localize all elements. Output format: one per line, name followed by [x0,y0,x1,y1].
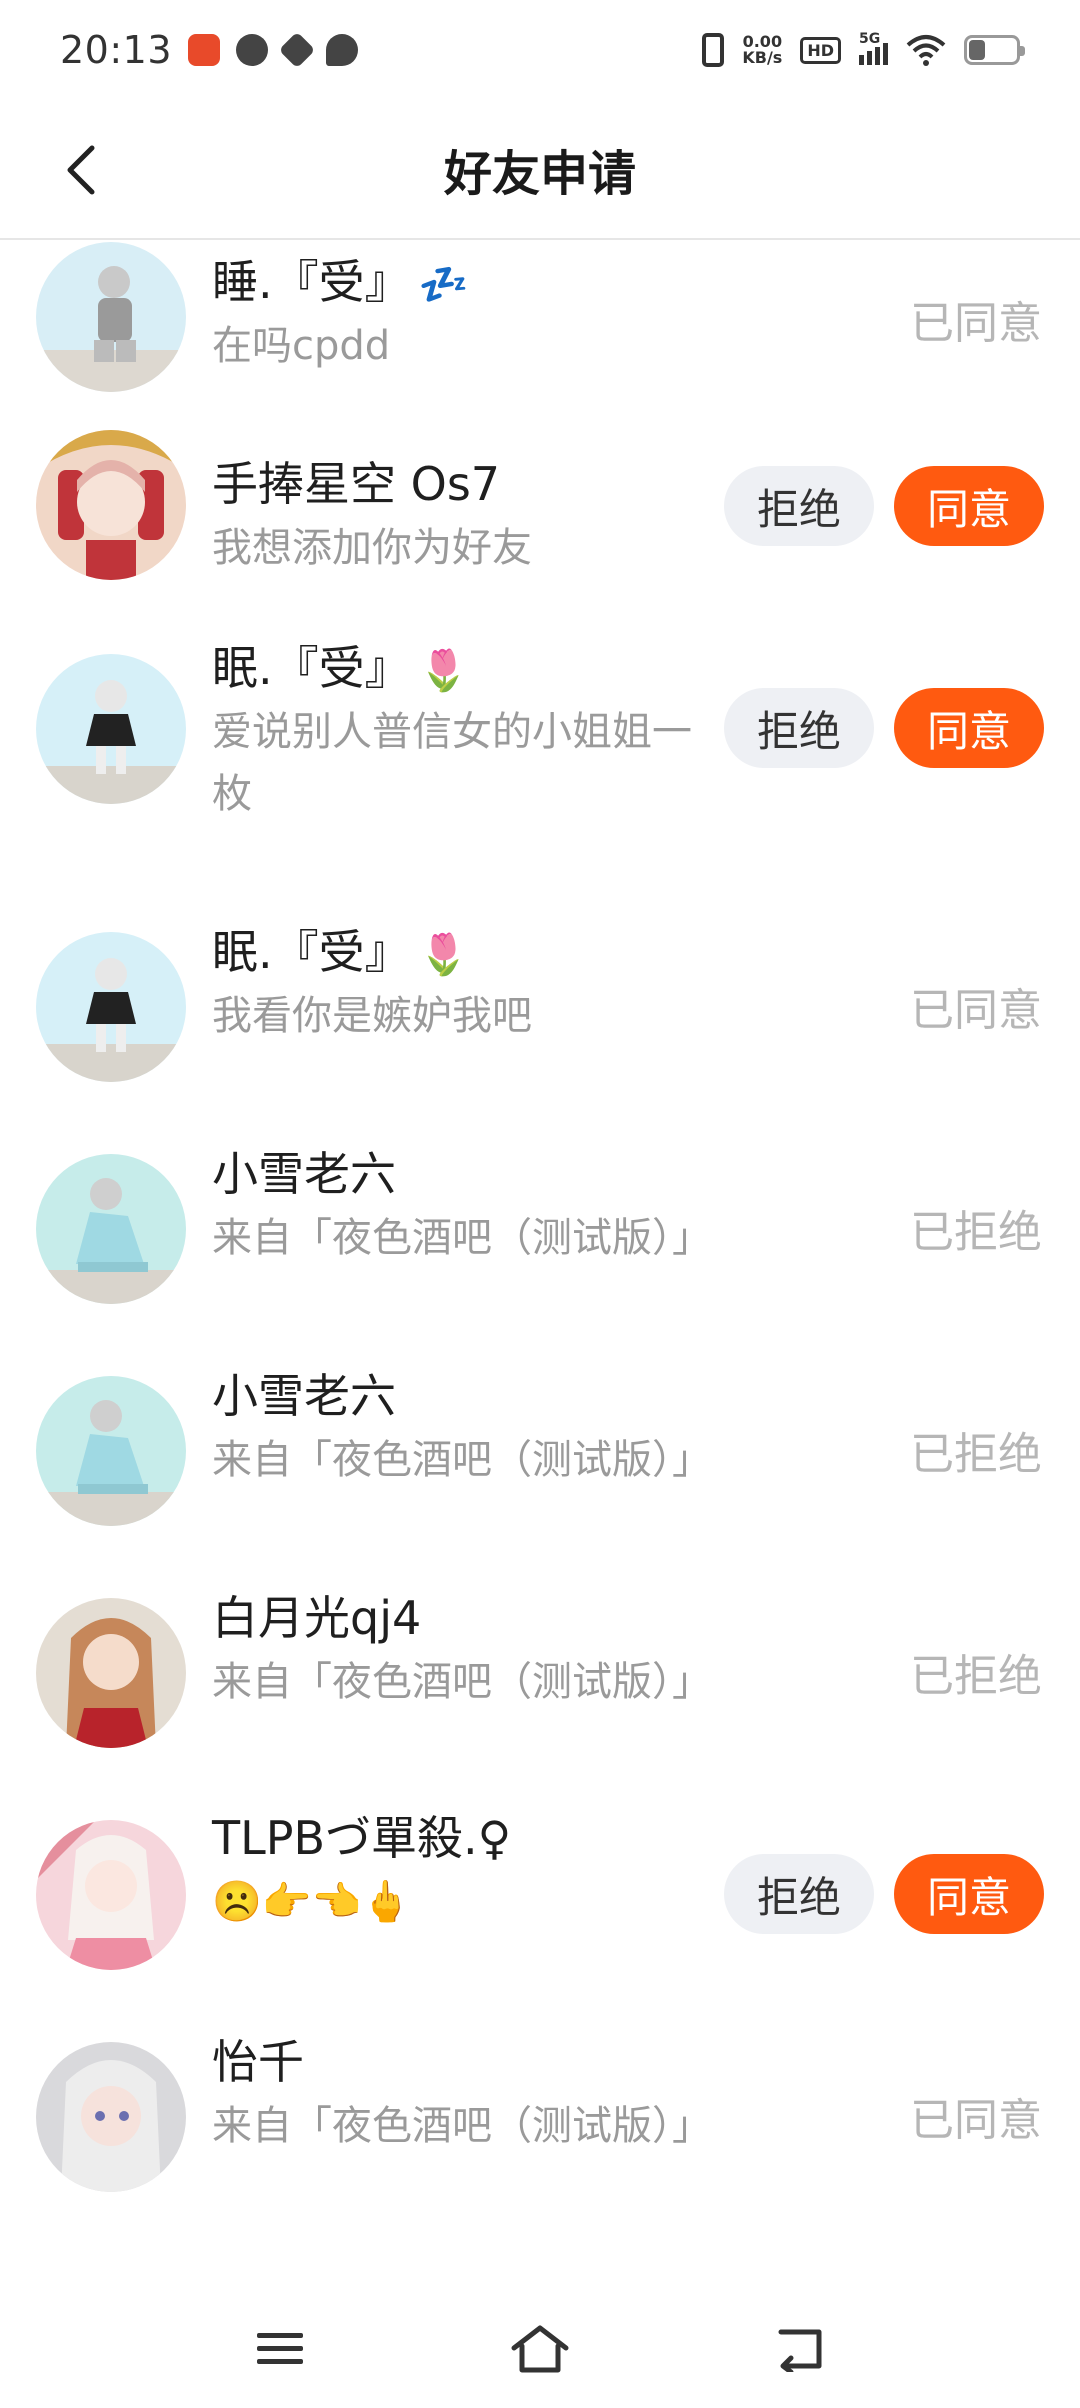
requester-name: TLPBづ單殺.♀ [212,1811,512,1865]
friend-request-item[interactable]: TLPBづ單殺.♀ ☹️👉👈🖕 拒绝 同意 [0,1790,1080,2012]
avatar-image [36,654,186,804]
avatar[interactable] [36,1598,186,1748]
request-info: 眠.『受』 🌷 我看你是嫉妒我吧 [212,922,732,1047]
request-status: 已拒绝 [910,1651,1042,1702]
request-info: 手捧星空 Os7 我想添加你为好友 [212,454,732,579]
network-type: 5G [859,31,881,47]
request-message: ☹️👉👈🖕 [212,1879,412,1925]
requester-name: 眠.『受』 🌷 [212,925,469,979]
avatar-image [36,430,186,580]
request-info: TLPBづ單殺.♀ ☹️👉👈🖕 [212,1808,732,1933]
status-right: 0.00 KB/s HD 5G [702,31,1025,67]
screen: 20:13 0.00 KB/s HD 5G 好友申请 睡.『受』 💤 在吗cpd… [0,0,1080,2408]
request-info: 小雪老六 来自「夜色酒吧（测试版）」 [212,1144,732,1269]
fan-icon [278,31,316,69]
reject-button[interactable]: 拒绝 [724,466,874,546]
app-notification-icon [188,34,221,66]
friend-request-item[interactable]: 怡千 来自「夜色酒吧（测试版）」 已同意 [0,2012,1080,2234]
request-message: 来自「夜色酒吧（测试版）」 [212,1437,712,1483]
request-status: 已同意 [910,298,1042,349]
wifi-icon [906,35,946,66]
battery-icon [964,35,1025,65]
avatar-image [36,2042,186,2192]
requester-name: 眠.『受』 🌷 [212,641,469,695]
friend-request-item[interactable]: 眠.『受』 🌷 我看你是嫉妒我吧 已同意 [0,902,1080,1124]
avatar[interactable] [36,654,186,804]
requester-name: 怡千 [212,2035,304,2089]
requester-name: 白月光qj4 [212,1591,422,1645]
request-message: 来自「夜色酒吧（测试版）」 [212,1215,712,1261]
avatar-image [36,1598,186,1748]
chevron-left-icon [67,145,95,195]
name-emoji: 🌷 [418,648,469,694]
requester-name: 小雪老六 [212,1147,396,1201]
request-info: 白月光qj4 来自「夜色酒吧（测试版）」 [212,1588,732,1713]
name-emoji: 💤 [418,262,469,308]
vibrate-icon [702,33,725,67]
battery-level [969,40,985,60]
request-info: 眠.『受』 🌷 爱说别人普信女的小姐姐一枚 [212,638,732,825]
friend-request-item[interactable]: 小雪老六 来自「夜色酒吧（测试版）」 已拒绝 [0,1124,1080,1346]
avatar[interactable] [36,1154,186,1304]
request-message: 我想添加你为好友 [212,525,532,571]
avatar-image [36,242,186,392]
reject-button[interactable]: 拒绝 [724,688,874,768]
avatar[interactable] [36,242,186,392]
name-emoji: 🌷 [418,932,469,978]
friend-request-list: 睡.『受』 💤 在吗cpdd 已同意 手捧星空 Os7 我想添加你为好友 拒绝 … [0,242,1080,2234]
request-status: 已同意 [910,985,1042,1036]
request-message: 来自「夜色酒吧（测试版）」 [212,2103,712,2149]
friend-request-item[interactable]: 手捧星空 Os7 我想添加你为好友 拒绝 同意 [0,404,1080,626]
accept-button[interactable]: 同意 [894,466,1044,546]
request-status: 已拒绝 [910,1429,1042,1480]
network-speed-unit: KB/s [742,48,783,67]
cellular-signal-icon: 5G [859,31,888,65]
menu-icon [257,2333,303,2364]
status-left: 20:13 [60,28,359,72]
home-icon [511,2325,569,2373]
avatar[interactable] [36,1820,186,1970]
status-time: 20:13 [60,28,173,72]
avatar[interactable] [36,932,186,1082]
request-status: 已拒绝 [910,1207,1042,1258]
avatar-image [36,1154,186,1304]
request-message: 爱说别人普信女的小姐姐一枚 [212,709,692,817]
requester-name: 手捧星空 Os7 [212,457,501,511]
request-message: 在吗cpdd [212,323,391,369]
requester-name: 睡.『受』 💤 [212,255,469,309]
avatar[interactable] [36,2042,186,2192]
menu-button[interactable] [250,2319,310,2379]
network-speed: 0.00 KB/s [742,34,782,66]
return-button[interactable] [770,2319,830,2379]
request-message: 我看你是嫉妒我吧 [212,993,532,1039]
speedometer-icon [236,34,269,66]
friend-request-item[interactable]: 小雪老六 来自「夜色酒吧（测试版）」 已拒绝 [0,1346,1080,1568]
back-icon [778,2329,822,2372]
request-info: 小雪老六 来自「夜色酒吧（测试版）」 [212,1366,732,1491]
status-bar: 20:13 0.00 KB/s HD 5G [0,0,1080,100]
friend-request-item[interactable]: 眠.『受』 🌷 爱说别人普信女的小姐姐一枚 拒绝 同意 [0,626,1080,902]
request-status: 已同意 [910,2095,1042,2146]
back-button[interactable] [50,140,110,200]
accept-button[interactable]: 同意 [894,1854,1044,1934]
request-info: 怡千 来自「夜色酒吧（测试版）」 [212,2032,732,2157]
request-info: 睡.『受』 💤 在吗cpdd [212,252,732,377]
system-navigation-bar [0,2290,1080,2408]
hd-badge: HD [800,36,841,64]
app-header: 好友申请 [0,100,1080,240]
chat-bubble-icon [326,34,359,66]
friend-request-item[interactable]: 睡.『受』 💤 在吗cpdd 已同意 [0,242,1080,404]
home-button[interactable] [510,2319,570,2379]
friend-request-item[interactable]: 白月光qj4 来自「夜色酒吧（测试版）」 已拒绝 [0,1568,1080,1790]
request-message: 来自「夜色酒吧（测试版）」 [212,1659,712,1705]
accept-button[interactable]: 同意 [894,688,1044,768]
reject-button[interactable]: 拒绝 [724,1854,874,1934]
avatar-image [36,1820,186,1970]
avatar-image [36,932,186,1082]
page-title: 好友申请 [443,146,636,202]
avatar[interactable] [36,1376,186,1526]
requester-name: 小雪老六 [212,1369,396,1423]
avatar-image [36,1376,186,1526]
avatar[interactable] [36,430,186,580]
